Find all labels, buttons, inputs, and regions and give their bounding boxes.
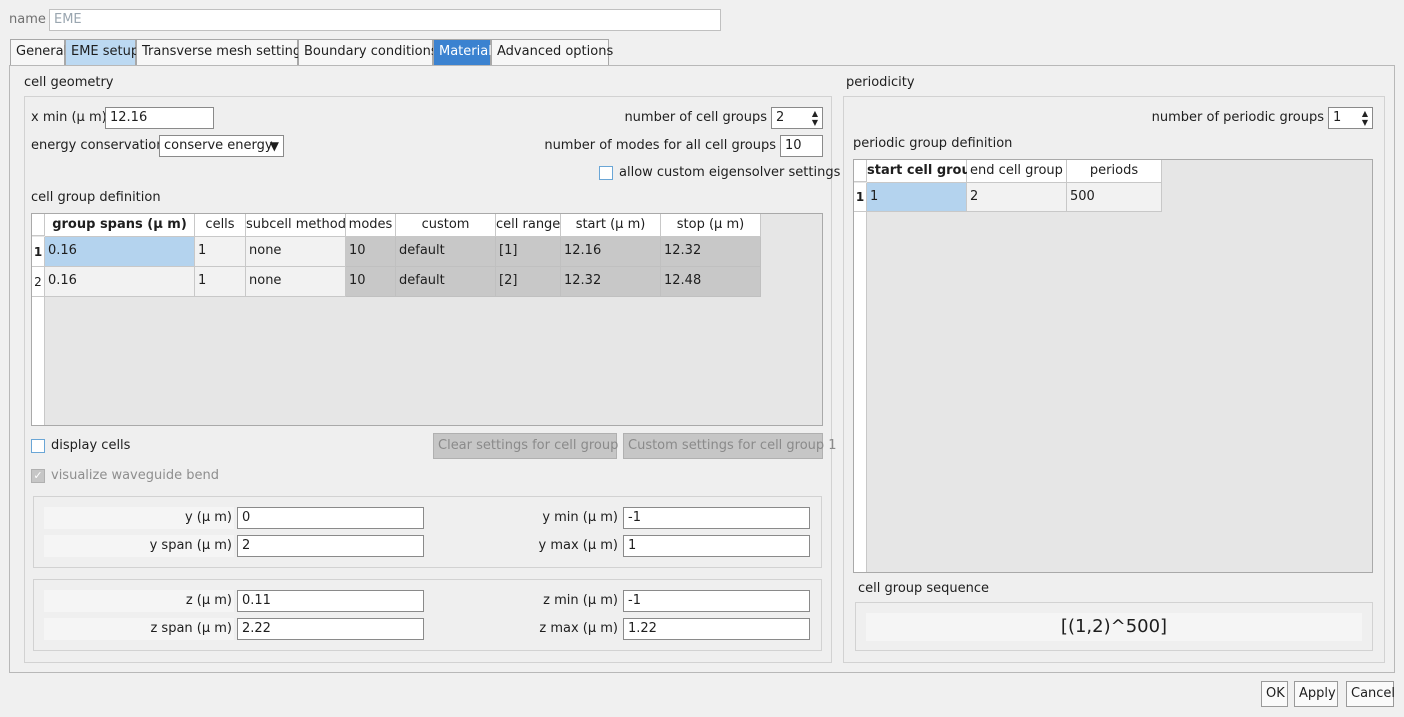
table-cell: default [396, 267, 496, 297]
col-header-custom[interactable]: custom [396, 214, 496, 237]
table-corner [32, 214, 45, 236]
table-corner [854, 160, 867, 182]
table-cell[interactable]: 1 [195, 267, 246, 297]
table-cell[interactable]: none [246, 267, 346, 297]
custom-eigensolver-label: allow custom eigensolver settings [619, 165, 841, 180]
name-label: name [9, 12, 46, 27]
y-label: y (μ m) [184, 510, 232, 525]
table-cell: 12.16 [561, 237, 661, 267]
table-cell: default [396, 237, 496, 267]
spinner-arrows-icon[interactable]: ▲ ▼ [1360, 109, 1370, 127]
table-cell[interactable]: 2 [967, 183, 1067, 212]
table-cell: [2] [496, 267, 561, 297]
table-cell: 10 [346, 237, 396, 267]
tab-general[interactable]: General [10, 39, 67, 65]
col-header-end-cell-group[interactable]: end cell group [967, 160, 1067, 183]
table-cell: 10 [346, 267, 396, 297]
x-min-input[interactable]: 12.16 [105, 107, 214, 129]
x-min-label: x min (μ m) [31, 110, 107, 125]
tab-material[interactable]: Material [433, 39, 492, 65]
col-header-start[interactable]: start (μ m) [561, 214, 661, 237]
col-header-subcell-method[interactable]: subcell method [246, 214, 346, 237]
num-cell-groups-value: 2 [776, 110, 785, 125]
num-modes-label: number of modes for all cell groups [544, 138, 776, 153]
z-min-input[interactable]: -1 [623, 590, 810, 612]
z-span-label: z span (μ m) [150, 621, 232, 636]
apply-button[interactable]: Apply [1294, 681, 1338, 707]
name-input[interactable]: EME [49, 9, 721, 31]
z-max-label: z max (μ m) [539, 621, 618, 636]
ok-button[interactable]: OK [1261, 681, 1288, 707]
tab-transverse-mesh[interactable]: Transverse mesh settings [136, 39, 308, 65]
cell-group-definition-label: cell group definition [31, 190, 161, 205]
y-span-label: y span (μ m) [149, 538, 232, 553]
row-header-strip [854, 212, 867, 572]
custom-cell-group-settings-button[interactable]: Custom settings for cell group 1 [623, 433, 837, 459]
row-header[interactable]: 1 [32, 237, 45, 267]
display-cells-checkbox[interactable] [31, 439, 45, 453]
cell-group-sequence-value: [(1,2)^500] [866, 613, 1362, 641]
table-cell[interactable]: 0.16 [45, 237, 195, 267]
table-cell: [1] [496, 237, 561, 267]
table-cell[interactable]: 1 [867, 183, 967, 212]
col-header-modes[interactable]: modes [346, 214, 396, 237]
cell-geometry-title: cell geometry [24, 75, 114, 90]
num-cell-groups-label: number of cell groups [624, 110, 767, 125]
table-cell[interactable]: none [246, 237, 346, 267]
y-min-label: y min (μ m) [542, 510, 618, 525]
y-max-label: y max (μ m) [538, 538, 619, 553]
num-periodic-groups-spinner[interactable]: 1 ▲ ▼ [1328, 107, 1373, 129]
row-header[interactable]: 1 [854, 183, 867, 212]
visualize-bend-checkbox[interactable]: ✓ [31, 469, 45, 483]
tab-eme-setup[interactable]: EME setup [65, 39, 139, 65]
table-cell: 12.32 [661, 237, 761, 267]
cell-group-table: group spans (μ m) cells subcell method m… [31, 213, 823, 426]
col-header-group-spans[interactable]: group spans (μ m) [45, 214, 195, 237]
tab-boundary-conditions[interactable]: Boundary conditions [298, 39, 438, 65]
y-max-input[interactable]: 1 [623, 535, 810, 557]
visualize-bend-label: visualize waveguide bend [51, 468, 219, 483]
table-cell[interactable]: 0.16 [45, 267, 195, 297]
tab-advanced-options[interactable]: Advanced options [491, 39, 613, 65]
y-input[interactable]: 0 [237, 507, 424, 529]
row-header-strip [32, 297, 45, 425]
chevron-down-icon: ▼ [269, 139, 279, 153]
num-modes-input[interactable]: 10 [780, 135, 823, 157]
y-span-input[interactable]: 2 [237, 535, 424, 557]
energy-conservation-select[interactable]: conserve energy ▼ [159, 135, 284, 157]
num-cell-groups-spinner[interactable]: 2 ▲ ▼ [771, 107, 823, 129]
col-header-cell-range[interactable]: cell range [496, 214, 561, 237]
z-input[interactable]: 0.11 [237, 590, 424, 612]
periodic-group-table: start cell group end cell group periods … [853, 159, 1373, 573]
col-header-start-cell-group[interactable]: start cell group [867, 160, 980, 183]
z-min-label: z min (μ m) [543, 593, 618, 608]
num-periodic-groups-value: 1 [1333, 110, 1342, 125]
num-periodic-groups-label: number of periodic groups [1151, 110, 1324, 125]
y-min-input[interactable]: -1 [623, 507, 810, 529]
cancel-button[interactable]: Cancel [1346, 681, 1395, 707]
energy-conservation-label: energy conservation [31, 138, 165, 153]
col-header-cells[interactable]: cells [195, 214, 246, 237]
z-max-input[interactable]: 1.22 [623, 618, 810, 640]
clear-cell-group-settings-button[interactable]: Clear settings for cell group 1 [433, 433, 631, 459]
spinner-arrows-icon[interactable]: ▲ ▼ [810, 109, 820, 127]
col-header-stop[interactable]: stop (μ m) [661, 214, 761, 237]
table-cell: 12.48 [661, 267, 761, 297]
table-cell: 12.32 [561, 267, 661, 297]
table-cell[interactable]: 500 [1067, 183, 1162, 212]
energy-conservation-value: conserve energy [164, 138, 273, 153]
custom-eigensolver-checkbox[interactable] [599, 166, 613, 180]
periodicity-title: periodicity [846, 75, 915, 90]
row-header[interactable]: 2 [32, 267, 45, 297]
check-icon: ✓ [33, 469, 43, 482]
col-header-periods[interactable]: periods [1067, 160, 1162, 183]
periodic-group-definition-label: periodic group definition [853, 136, 1013, 151]
display-cells-label: display cells [51, 438, 131, 453]
cell-group-sequence-label: cell group sequence [858, 581, 990, 596]
z-label: z (μ m) [185, 593, 232, 608]
table-cell[interactable]: 1 [195, 237, 246, 267]
z-span-input[interactable]: 2.22 [237, 618, 424, 640]
